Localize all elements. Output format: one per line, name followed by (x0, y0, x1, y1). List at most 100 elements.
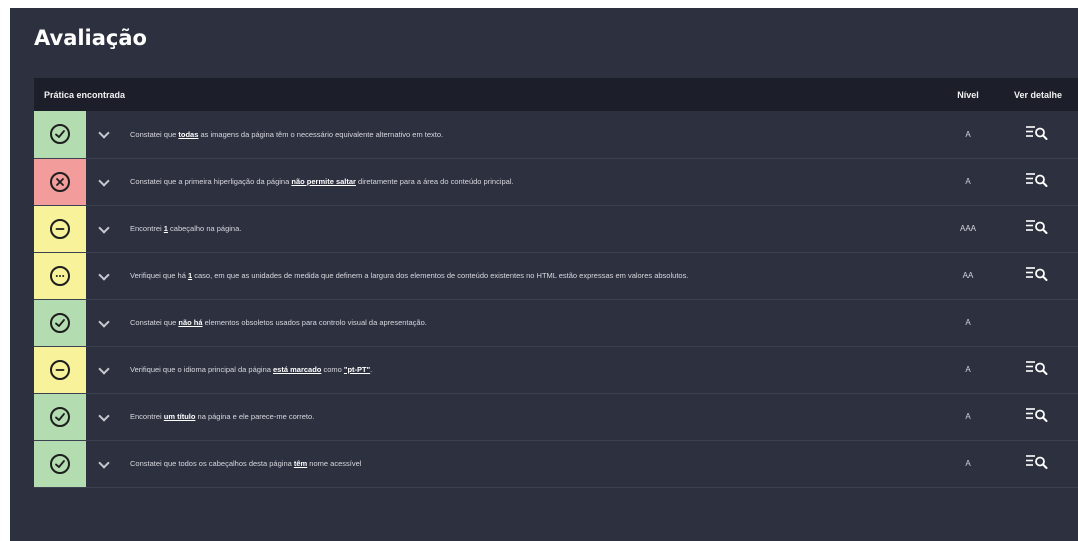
table-row: Constatei que a primeira hiperligação da… (34, 158, 1078, 206)
status-cell-warn (34, 252, 86, 300)
view-detail-icon[interactable] (1025, 218, 1051, 234)
table-row: Verifiquei que há 1 caso, em que as unid… (34, 252, 1078, 300)
status-cell-pass (34, 111, 86, 159)
chevron-down-icon[interactable] (98, 362, 110, 375)
view-detail-icon[interactable] (1025, 453, 1051, 469)
status-cell-warn (34, 346, 86, 394)
description-text: Verifiquei que o idioma principal da pág… (130, 365, 274, 374)
practice-description: Verifiquei que há 1 caso, em que as unid… (122, 252, 938, 300)
conformance-level: AAA (938, 205, 998, 253)
expand-toggle[interactable] (86, 346, 122, 394)
x-circle-icon (50, 171, 70, 192)
description-text: Constatei que (130, 129, 179, 139)
conformance-level: AA (938, 252, 998, 300)
description-highlight: não permite saltar (291, 177, 356, 186)
description-text: . (370, 365, 373, 374)
description-text: cabeçalho na página. (167, 224, 242, 233)
page-title: Avaliação (34, 26, 147, 50)
description-highlight: têm (293, 459, 308, 468)
status-cell-warn (34, 205, 86, 253)
detail-cell (998, 205, 1078, 253)
description-text: diretamente para a área do conteúdo prin… (355, 177, 514, 186)
expand-toggle[interactable] (86, 205, 122, 253)
description-text: na página e ele parece-me correto. (195, 412, 315, 421)
chevron-down-icon[interactable] (98, 456, 110, 469)
practice-description: Encontrei um título na página e ele pare… (122, 393, 938, 441)
description-highlight: está marcado (273, 365, 322, 374)
chevron-down-icon[interactable] (98, 174, 110, 187)
expand-toggle[interactable] (86, 440, 122, 488)
description-text: Constatei que a primeira hiperligação da… (130, 177, 292, 186)
detail-cell (998, 346, 1078, 394)
expand-toggle[interactable] (86, 393, 122, 441)
table-row: Constatei que todos os cabeçalhos desta … (34, 440, 1078, 488)
minus-circle-icon (50, 359, 70, 380)
minus-circle-icon (50, 218, 70, 239)
practice-description: Constatei que não há elementos obsoletos… (122, 299, 938, 347)
evaluation-table: Prática encontrada Nível Ver detalhe Con… (34, 78, 1078, 488)
description-text: nome acessível (307, 459, 362, 468)
description-text: como (321, 365, 344, 374)
view-detail-icon[interactable] (1025, 406, 1051, 422)
detail-cell (998, 111, 1078, 159)
expand-toggle[interactable] (86, 299, 122, 347)
detail-cell (998, 299, 1078, 347)
table-row: Constatei que não há elementos obsoletos… (34, 299, 1078, 347)
conformance-level: A (938, 440, 998, 488)
description-text: Encontrei (130, 412, 164, 421)
chevron-down-icon[interactable] (98, 268, 110, 281)
view-detail-icon[interactable] (1025, 124, 1051, 140)
chevron-down-icon[interactable] (98, 221, 110, 234)
column-header-practice: Prática encontrada (34, 78, 938, 111)
description-highlight: um título (163, 412, 196, 421)
expand-toggle[interactable] (86, 252, 122, 300)
conformance-level: A (938, 111, 998, 159)
description-text: Encontrei (130, 224, 164, 233)
table-row: Encontrei um título na página e ele pare… (34, 393, 1078, 441)
view-detail-icon[interactable] (1025, 265, 1051, 281)
status-cell-pass (34, 299, 86, 347)
status-cell-pass (34, 393, 86, 441)
conformance-level: A (938, 346, 998, 394)
description-text: as imagens da página têm o necessário eq… (198, 129, 444, 139)
table-header-row: Prática encontrada Nível Ver detalhe (34, 78, 1078, 111)
description-text: Constatei que (130, 318, 179, 327)
practice-description: Constatei que todas as imagens da página… (122, 111, 938, 159)
status-cell-pass (34, 440, 86, 488)
check-circle-icon (50, 453, 70, 474)
chevron-down-icon[interactable] (98, 315, 110, 328)
ellipsis-circle-icon (50, 265, 70, 286)
detail-cell (998, 158, 1078, 206)
detail-cell (998, 440, 1078, 488)
column-header-level: Nível (938, 78, 998, 111)
column-header-detail: Ver detalhe (998, 78, 1078, 111)
chevron-down-icon[interactable] (98, 127, 110, 139)
check-circle-icon (50, 312, 70, 333)
conformance-level: A (938, 393, 998, 441)
detail-cell (998, 393, 1078, 441)
practice-description: Constatei que todos os cabeçalhos desta … (122, 440, 938, 488)
chevron-down-icon[interactable] (98, 409, 110, 422)
practice-description: Encontrei 1 cabeçalho na página. (122, 205, 938, 253)
table-body: Constatei que todas as imagens da página… (34, 111, 1078, 488)
status-cell-fail (34, 158, 86, 206)
practice-description: Constatei que a primeira hiperligação da… (122, 158, 938, 206)
conformance-level: A (938, 158, 998, 206)
expand-toggle[interactable] (86, 158, 122, 206)
description-highlight: não há (178, 318, 203, 327)
conformance-level: A (938, 299, 998, 347)
evaluation-panel: Avaliação Prática encontrada Nível Ver d… (10, 8, 1078, 541)
check-circle-icon (50, 406, 70, 427)
description-text: Verifiquei que há (130, 271, 188, 280)
description-text: elementos obsoletos usados para controlo… (202, 318, 427, 327)
view-detail-icon[interactable] (1025, 359, 1051, 375)
detail-cell (998, 252, 1078, 300)
description-highlight: todas (178, 129, 199, 139)
table-row: Verifiquei que o idioma principal da pág… (34, 346, 1078, 394)
check-circle-icon (50, 124, 70, 145)
expand-toggle[interactable] (86, 111, 122, 159)
view-detail-icon[interactable] (1025, 171, 1051, 187)
description-text: caso, em que as unidades de medida que d… (192, 271, 689, 280)
practice-description: Verifiquei que o idioma principal da pág… (122, 346, 938, 394)
description-text: Constatei que todos os cabeçalhos desta … (130, 459, 294, 468)
